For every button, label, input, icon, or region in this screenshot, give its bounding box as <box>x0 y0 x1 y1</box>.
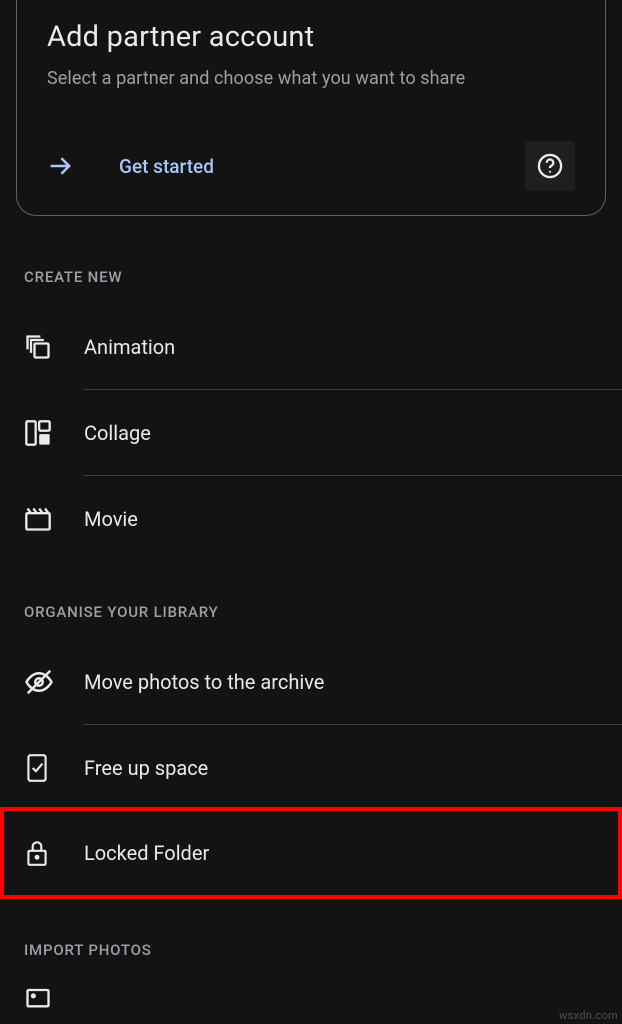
create-collage-item[interactable]: Collage <box>0 390 622 475</box>
arrow-right-icon[interactable] <box>47 152 75 180</box>
list-label: Animation <box>84 335 598 359</box>
create-animation-item[interactable]: Animation <box>0 304 622 389</box>
card-subtitle: Select a partner and choose what you wan… <box>47 68 575 89</box>
movie-icon <box>24 505 84 533</box>
section-header-import: IMPORT PHOTOS <box>0 899 622 977</box>
section-header-create: CREATE NEW <box>0 216 622 304</box>
list-label: Movie <box>84 507 598 531</box>
import-photoscan-item[interactable] <box>0 977 622 1017</box>
help-button[interactable] <box>525 141 575 191</box>
create-movie-item[interactable]: Movie <box>0 476 622 561</box>
collage-icon <box>24 419 84 447</box>
partner-card: Add partner account Select a partner and… <box>16 0 606 216</box>
list-label: Free up space <box>84 756 598 780</box>
get-started-button[interactable]: Get started <box>119 155 214 178</box>
list-label: Locked Folder <box>84 841 594 865</box>
free-space-icon <box>24 753 84 783</box>
list-label: Move photos to the archive <box>84 670 598 694</box>
locked-folder-highlight: Locked Folder <box>0 807 622 899</box>
lock-icon <box>24 838 84 868</box>
organise-locked-folder-item[interactable]: Locked Folder <box>4 811 618 895</box>
photoscan-icon <box>24 983 84 1011</box>
watermark: wsxdn.com <box>559 1009 618 1022</box>
card-title: Add partner account <box>47 0 575 54</box>
card-action-row: Get started <box>47 141 575 191</box>
help-icon <box>536 152 564 180</box>
section-header-organise: ORGANISE YOUR LIBRARY <box>0 561 622 639</box>
list-label: Collage <box>84 421 598 445</box>
organise-free-space-item[interactable]: Free up space <box>0 725 622 810</box>
animation-icon <box>24 333 84 361</box>
organise-archive-item[interactable]: Move photos to the archive <box>0 639 622 724</box>
hide-icon <box>24 667 84 697</box>
